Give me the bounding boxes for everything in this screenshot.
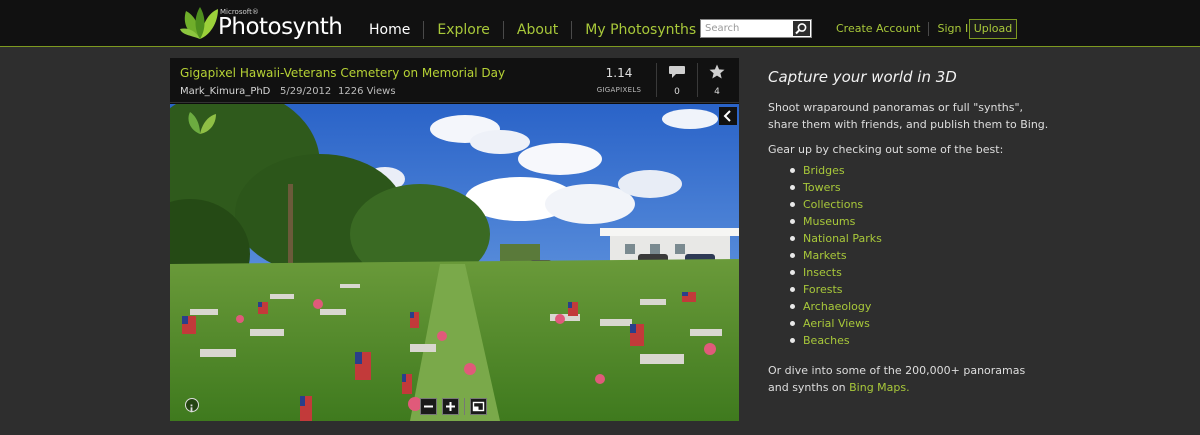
synth-title-link[interactable]: Gigapixel Hawaii-Veterans Cemetery on Me… xyxy=(180,66,505,80)
photosynth-logo[interactable]: Microsoft® Photosynth xyxy=(180,5,343,41)
gigapixel-stat: 1.14 GIGAPIXELS xyxy=(588,66,650,94)
gigapixel-unit: GIGAPIXELS xyxy=(596,86,642,94)
comments-stat[interactable]: 0 xyxy=(660,64,694,97)
comment-bubble-icon xyxy=(669,66,685,78)
comments-count: 0 xyxy=(674,87,680,97)
sidebar-intro: Shoot wraparound panoramas or full "synt… xyxy=(768,99,1068,133)
sidebar-dive-text: Or dive into some of the 200,000+ panora… xyxy=(768,362,1068,396)
panorama-image xyxy=(170,104,739,421)
intro-line-1: Shoot wraparound panoramas or full "synt… xyxy=(768,101,1024,114)
favorites-count: 4 xyxy=(714,87,720,97)
info-button[interactable] xyxy=(185,398,199,413)
create-account-link[interactable]: Create Account xyxy=(836,22,928,36)
synth-author-link[interactable]: Mark_Kimura_PhD xyxy=(180,86,270,97)
bing-maps-link[interactable]: Bing Maps. xyxy=(849,381,910,394)
intro-line-2: share them with friends, and publish the… xyxy=(768,118,1049,131)
stat-divider xyxy=(656,63,657,97)
intro-sidebar: Capture your world in 3D Shoot wraparoun… xyxy=(768,68,1068,394)
upload-button[interactable]: Upload xyxy=(969,19,1017,39)
logo-wordmark: Photosynth xyxy=(218,14,343,40)
account-links: Create Account Sign In xyxy=(836,22,983,36)
search-box xyxy=(700,19,812,38)
category-link-national-parks[interactable]: National Parks xyxy=(790,230,882,247)
chevron-left-icon xyxy=(723,110,731,122)
synth-view-count: 1226 Views xyxy=(338,86,396,97)
gear-up-text: Gear up by checking out some of the best… xyxy=(768,143,1004,156)
category-link-museums[interactable]: Museums xyxy=(790,213,882,230)
nav-about[interactable]: About xyxy=(502,21,571,39)
viewer-info-bar: Gigapixel Hawaii-Veterans Cemetery on Me… xyxy=(170,58,739,103)
search-button[interactable] xyxy=(793,21,810,36)
leaf-logo-icon xyxy=(180,7,218,39)
dive-line-1: Or dive into some of the 200,000+ panora… xyxy=(768,364,1026,377)
search-icon xyxy=(795,23,807,35)
synth-date: 5/29/2012 xyxy=(280,86,332,97)
gigapixel-value: 1.14 xyxy=(605,66,633,80)
top-header: Microsoft® Photosynth Home Explore About… xyxy=(0,0,1200,47)
category-link-markets[interactable]: Markets xyxy=(790,247,882,264)
category-link-bridges[interactable]: Bridges xyxy=(790,162,882,179)
category-link-forests[interactable]: Forests xyxy=(790,281,882,298)
favorites-stat[interactable]: 4 xyxy=(700,64,734,97)
plus-icon xyxy=(446,402,455,411)
dive-line-2: and synths on xyxy=(768,381,850,394)
fullscreen-button[interactable] xyxy=(470,398,487,415)
star-icon xyxy=(709,64,725,79)
category-link-aerial-views[interactable]: Aerial Views xyxy=(790,315,882,332)
zoom-in-button[interactable] xyxy=(442,398,459,415)
category-link-insects[interactable]: Insects xyxy=(790,264,882,281)
category-link-towers[interactable]: Towers xyxy=(790,179,882,196)
category-link-collections[interactable]: Collections xyxy=(790,196,882,213)
category-link-beaches[interactable]: Beaches xyxy=(790,332,882,349)
minus-icon xyxy=(424,405,433,408)
synth-viewer: Gigapixel Hawaii-Veterans Cemetery on Me… xyxy=(170,58,739,421)
category-link-archaeology[interactable]: Archaeology xyxy=(790,298,882,315)
zoom-out-button[interactable] xyxy=(420,398,437,415)
main-nav: Home Explore About My Photosynths xyxy=(356,20,709,40)
search-input[interactable] xyxy=(701,20,793,37)
collapse-panel-button[interactable] xyxy=(719,107,737,125)
fullscreen-icon xyxy=(472,401,485,412)
info-icon xyxy=(190,404,193,413)
nav-home[interactable]: Home xyxy=(356,21,423,39)
sidebar-tagline: Capture your world in 3D xyxy=(768,68,957,86)
category-list: Bridges Towers Collections Museums Natio… xyxy=(790,162,882,349)
panorama-canvas[interactable] xyxy=(170,104,739,421)
stat-divider xyxy=(697,63,698,97)
nav-explore[interactable]: Explore xyxy=(423,21,503,39)
nav-my-photosynths[interactable]: My Photosynths xyxy=(571,21,709,39)
controls-divider xyxy=(464,398,465,415)
